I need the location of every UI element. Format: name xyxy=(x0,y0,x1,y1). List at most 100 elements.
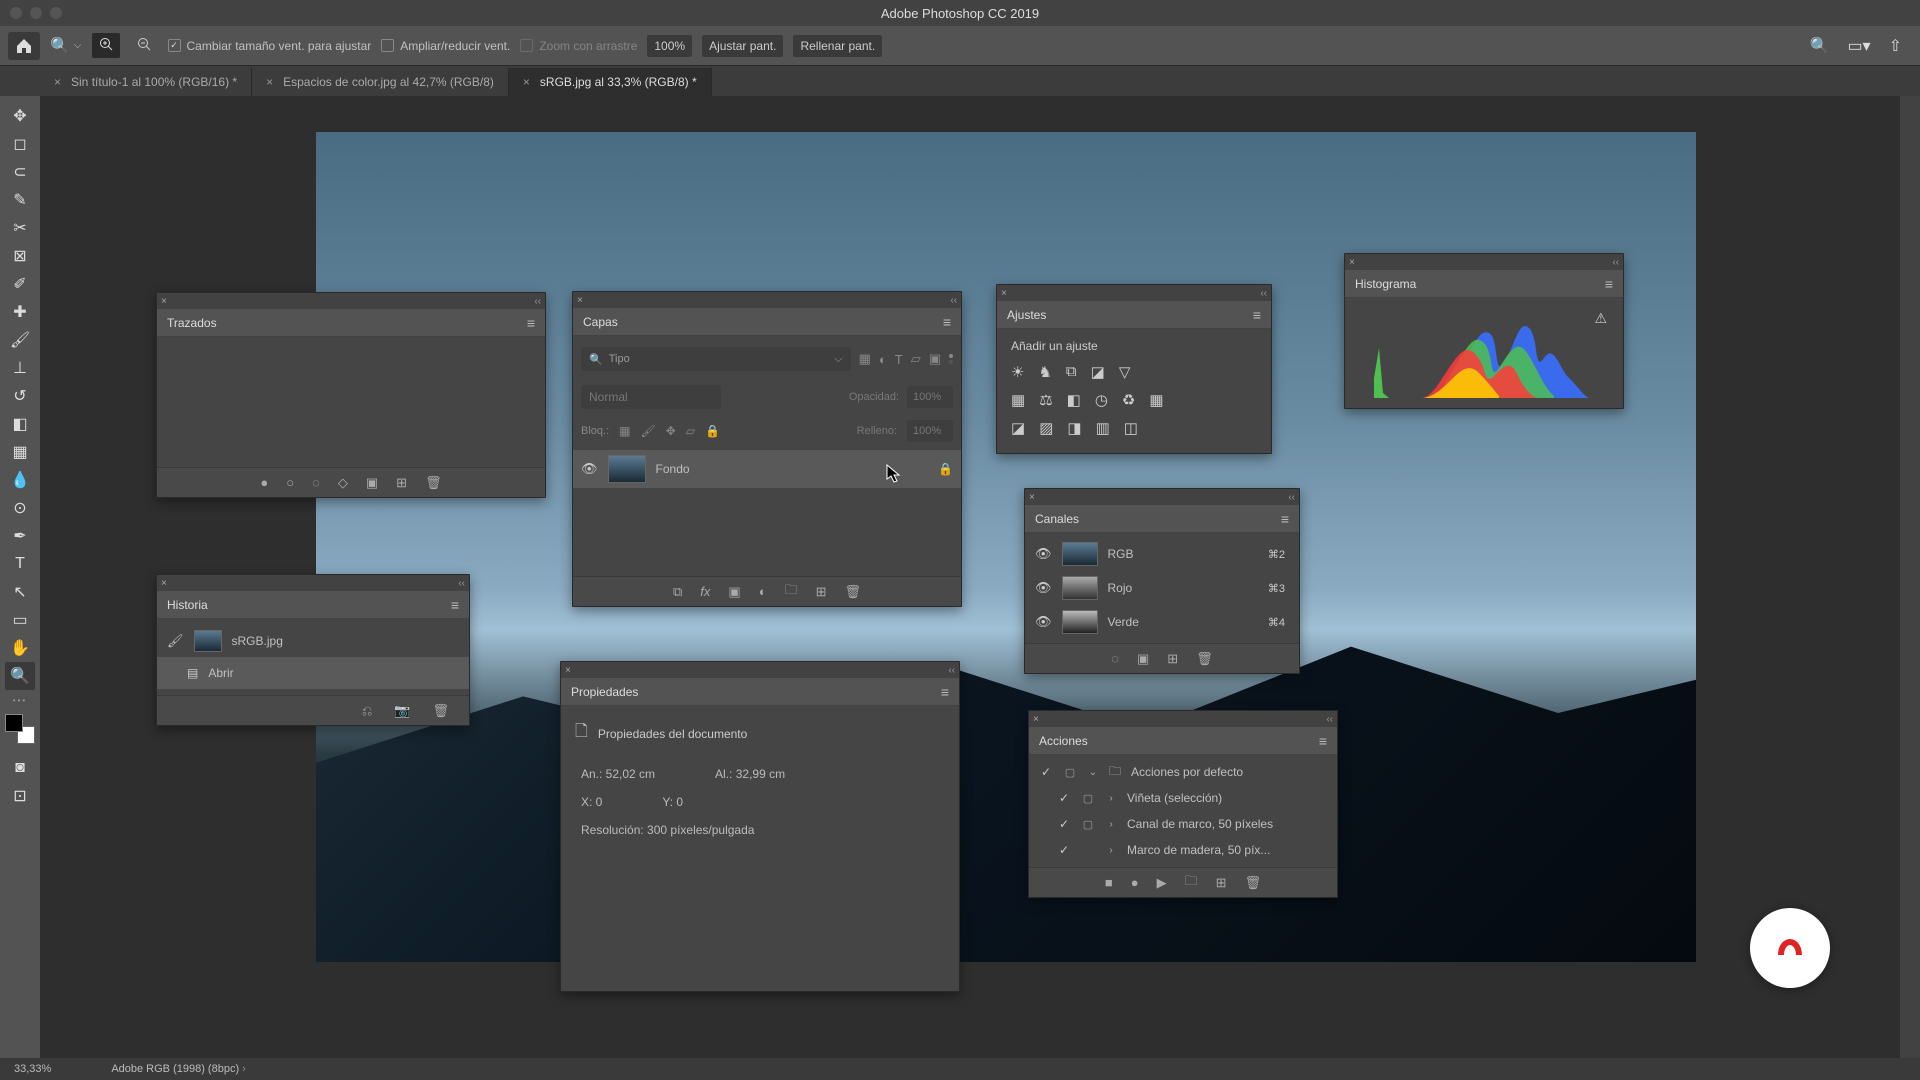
workspace-switcher-icon[interactable]: ▭▾ xyxy=(1847,36,1870,56)
panel-menu-icon[interactable]: ≡ xyxy=(1281,511,1289,527)
collapse-icon[interactable]: ‹‹ xyxy=(950,295,957,306)
zoom-tool[interactable]: 🔍 xyxy=(5,662,35,690)
scrubby-zoom-checkbox[interactable]: Zoom con arrastre xyxy=(520,39,637,53)
exposure-icon[interactable]: ◪ xyxy=(1091,363,1105,381)
new-action-set-icon[interactable]: 🗀 xyxy=(1185,872,1198,894)
history-source-row[interactable]: 🖌 sRGB.jpg xyxy=(157,625,469,657)
panel-menu-icon[interactable]: ≡ xyxy=(451,597,459,613)
lock-indicator-icon[interactable]: 🔒 xyxy=(938,462,953,476)
channel-row-rgb[interactable]: 👁RGB⌘2 xyxy=(1025,537,1299,571)
posterize-icon[interactable]: ▨ xyxy=(1039,419,1053,437)
history-brush-tool[interactable]: ↺ xyxy=(5,382,35,410)
close-icon[interactable]: × xyxy=(1029,492,1035,503)
doc-tab-1[interactable]: ×Sin título-1 al 100% (RGB/16) * xyxy=(40,68,252,96)
maximize-window[interactable] xyxy=(50,7,62,19)
hand-tool[interactable]: ✋ xyxy=(5,634,35,662)
panel-menu-icon[interactable]: ≡ xyxy=(1605,276,1613,292)
create-doc-from-state-icon[interactable]: ⎌ xyxy=(362,703,372,719)
invert-icon[interactable]: ◪ xyxy=(1011,419,1025,437)
healing-tool[interactable]: ✚ xyxy=(5,298,35,326)
bw-icon[interactable]: ◧ xyxy=(1067,391,1081,409)
adjustment-layer-icon[interactable]: ◐ xyxy=(759,584,767,599)
panel-tab-paths[interactable]: Trazados xyxy=(167,316,217,330)
quick-select-tool[interactable]: ✎ xyxy=(5,186,35,214)
frame-tool[interactable]: ⊠ xyxy=(5,242,35,270)
close-icon[interactable]: × xyxy=(565,665,571,676)
close-icon[interactable]: × xyxy=(577,295,583,306)
path-select-tool[interactable]: ↖ xyxy=(5,578,35,606)
layer-mask-icon[interactable]: ▣ xyxy=(728,584,740,600)
panel-menu-icon[interactable]: ≡ xyxy=(941,684,949,700)
lasso-tool[interactable]: ⊂ xyxy=(5,158,35,186)
panel-tab-history[interactable]: Historia xyxy=(167,598,208,612)
levels-icon[interactable]: ♞ xyxy=(1038,363,1051,381)
collapse-icon[interactable]: ‹‹ xyxy=(1260,288,1267,299)
color-balance-icon[interactable]: ⚖ xyxy=(1039,391,1052,409)
home-button[interactable] xyxy=(8,32,40,60)
zoom-100-button[interactable]: 100% xyxy=(647,35,692,57)
curves-icon[interactable]: ⧉ xyxy=(1066,363,1077,381)
layer-style-icon[interactable]: fx xyxy=(700,584,710,599)
opacity-field[interactable]: 100% xyxy=(907,386,953,408)
channel-row-green[interactable]: 👁Verde⌘4 xyxy=(1025,605,1299,639)
filter-adjust-icon[interactable]: ◐ xyxy=(879,352,887,367)
delete-layer-icon[interactable]: 🗑 xyxy=(844,584,861,600)
screen-mode-toggle[interactable]: ⊡ xyxy=(5,782,35,810)
save-selection-channel-icon[interactable]: ▣ xyxy=(1137,651,1149,667)
stroke-path-icon[interactable]: ○ xyxy=(286,475,294,490)
new-layer-icon[interactable]: ⊞ xyxy=(816,584,827,600)
collapse-icon[interactable]: ‹‹ xyxy=(534,296,541,307)
collapse-icon[interactable]: ‹‹ xyxy=(1326,714,1333,725)
layer-visibility-icon[interactable]: 👁 xyxy=(581,461,598,477)
filter-toggle-icon[interactable] xyxy=(949,354,953,364)
panel-menu-icon[interactable]: ≡ xyxy=(1319,733,1327,749)
delete-state-icon[interactable]: 🗑 xyxy=(432,703,449,719)
panel-menu-icon[interactable]: ≡ xyxy=(527,315,535,331)
collapse-icon[interactable]: ‹‹ xyxy=(458,578,465,589)
vibrance-icon[interactable]: ▽ xyxy=(1119,363,1131,381)
brush-tool[interactable]: 🖌 xyxy=(5,326,35,354)
crop-tool[interactable]: ✂ xyxy=(5,214,35,242)
fill-path-icon[interactable]: ● xyxy=(260,475,268,490)
history-state-row[interactable]: ▤ Abrir xyxy=(157,657,469,689)
close-icon[interactable]: × xyxy=(1349,257,1355,268)
action-set-row[interactable]: ✓▢⌄🗀Acciones por defecto xyxy=(1029,759,1337,785)
action-row[interactable]: ✓▢›Viñeta (selección) xyxy=(1029,785,1337,811)
filter-pixel-icon[interactable]: ▦ xyxy=(859,351,871,367)
panel-tab-adjustments[interactable]: Ajustes xyxy=(1007,308,1046,322)
stamp-tool[interactable]: ⊥ xyxy=(5,354,35,382)
marquee-tool[interactable]: ◻ xyxy=(5,130,35,158)
delete-action-icon[interactable]: 🗑 xyxy=(1245,875,1262,891)
panel-tab-histogram[interactable]: Histograma xyxy=(1355,277,1416,291)
play-action-icon[interactable]: ▶ xyxy=(1157,875,1167,891)
layer-thumbnail[interactable] xyxy=(608,455,646,483)
brightness-icon[interactable]: ☀ xyxy=(1011,363,1024,381)
channel-visibility-icon[interactable]: 👁 xyxy=(1035,546,1052,562)
load-selection-icon[interactable]: ◌ xyxy=(312,475,320,490)
canvas-area[interactable]: ×‹‹ Trazados≡ ● ○ ◌ ◇ ▣ ⊞ 🗑 ×‹‹ Historia… xyxy=(40,96,1900,1058)
channel-row-red[interactable]: 👁Rojo⌘3 xyxy=(1025,571,1299,605)
collapse-icon[interactable]: ‹‹ xyxy=(948,665,955,676)
close-icon[interactable]: × xyxy=(54,75,61,89)
doc-tab-3[interactable]: ×sRGB.jpg al 33,3% (RGB/8) * xyxy=(509,68,712,96)
doc-tab-2[interactable]: ×Espacios de color.jpg al 42,7% (RGB/8) xyxy=(252,68,509,96)
stop-action-icon[interactable]: ■ xyxy=(1105,875,1113,890)
panel-tab-layers[interactable]: Capas xyxy=(583,315,618,329)
action-row[interactable]: ✓▢›Canal de marco, 50 píxeles xyxy=(1029,811,1337,837)
shape-tool[interactable]: ▭ xyxy=(5,606,35,634)
zoom-in-button[interactable] xyxy=(92,33,120,58)
close-window[interactable] xyxy=(10,7,22,19)
gradient-map-icon[interactable]: ▥ xyxy=(1096,419,1110,437)
delete-path-icon[interactable]: 🗑 xyxy=(425,475,442,491)
blend-mode-dropdown[interactable]: Normal xyxy=(581,385,721,409)
hue-icon[interactable]: ▦ xyxy=(1011,391,1025,409)
status-profile[interactable]: Adobe RGB (1998) (8bpc) › xyxy=(111,1063,246,1075)
zoom-all-checkbox[interactable]: Ampliar/reducir vent. xyxy=(381,39,510,53)
layer-row-background[interactable]: 👁 Fondo 🔒 xyxy=(573,450,961,488)
panel-tab-properties[interactable]: Propiedades xyxy=(571,685,638,699)
new-channel-icon[interactable]: ⊞ xyxy=(1167,651,1178,667)
lock-artboard-icon[interactable]: ▱ xyxy=(686,424,695,438)
load-channel-selection-icon[interactable]: ◌ xyxy=(1111,651,1119,666)
status-zoom[interactable]: 33,33% xyxy=(14,1063,51,1075)
panel-menu-icon[interactable]: ≡ xyxy=(943,314,951,330)
